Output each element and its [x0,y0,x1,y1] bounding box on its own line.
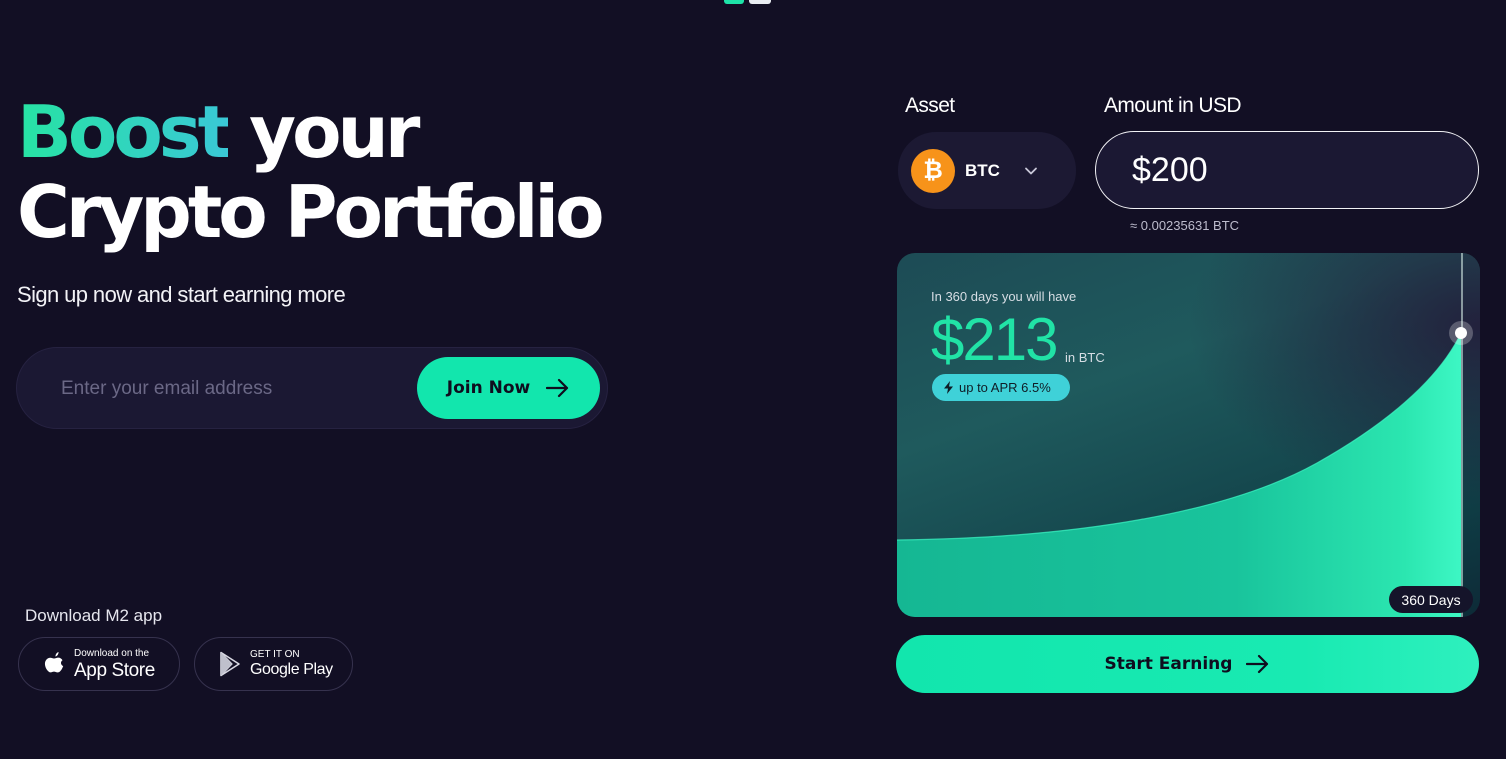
google-play-button[interactable]: GET IT ON Google Play [194,637,353,691]
asset-symbol: BTC [965,160,1000,180]
join-now-label: Join Now [446,378,531,398]
chevron-down-icon [1025,167,1037,174]
app-store-button[interactable]: Download on the App Store [18,637,180,691]
amount-input[interactable] [1132,148,1452,192]
apr-badge-label: up to APR 6.5% [959,380,1051,395]
result-value: $213 [931,306,1058,373]
landing-page: Boost your Crypto Portfolio Sign up now … [0,0,1506,759]
start-earning-label: Start Earning [1104,654,1233,674]
logo[interactable] [724,0,772,4]
arrow-right-icon [546,378,569,398]
apple-icon [44,652,64,673]
email-input[interactable] [61,372,401,406]
arrow-right-icon [1246,654,1269,674]
logo-mark-left [724,0,744,4]
hero-title: Boost your Crypto Portfolio [17,90,605,254]
asset-label: Asset [905,94,955,117]
google-play-text: GET IT ON Google Play [250,650,333,678]
hero-title-line2: Crypto Portfolio [17,170,605,254]
btc-equivalent: ≈ 0.00235631 BTC [1130,218,1240,233]
app-store-text: Download on the App Store [74,647,155,681]
start-earning-button[interactable]: Start Earning [896,635,1479,693]
google-play-big-text: Google Play [250,661,333,678]
lightning-icon [944,381,953,394]
google-play-small-text: GET IT ON [250,649,300,660]
apr-badge: up to APR 6.5% [932,374,1070,401]
amount-field [1095,131,1479,209]
app-store-big-text: App Store [74,659,155,681]
asset-select[interactable]: ₿ BTC [898,132,1076,209]
download-app-label: Download M2 app [25,606,163,625]
email-signup-form: Join Now [16,347,608,429]
bitcoin-icon: ₿ [911,148,955,193]
google-play-icon [220,651,240,677]
earnings-projection-card: In 360 days you will have $213 in BTC up… [897,253,1480,617]
hero-subtitle: Sign up now and start earning more [17,282,346,307]
hero-title-line1-rest: your [228,90,420,174]
logo-mark-right [749,0,771,4]
result-unit: in BTC [1065,350,1105,365]
hero-title-accent: Boost [17,90,232,174]
days-badge: 360 Days [1389,586,1473,613]
app-store-small-text: Download on the [74,647,150,659]
join-now-button[interactable]: Join Now [417,357,600,419]
result-caption: In 360 days you will have [931,289,1077,304]
amount-label: Amount in USD [1104,94,1242,117]
